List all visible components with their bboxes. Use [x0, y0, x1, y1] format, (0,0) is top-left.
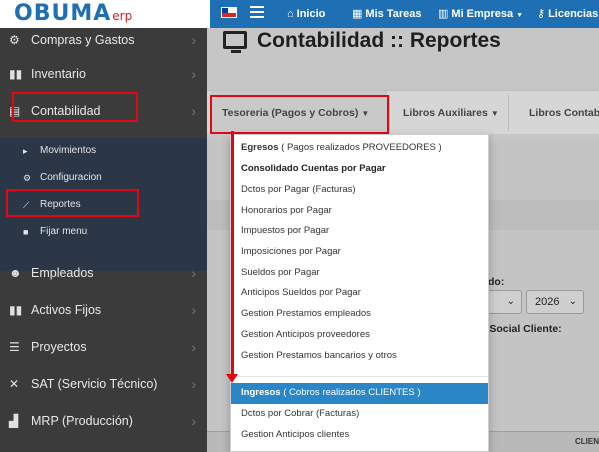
tools-icon: ✕ [9, 377, 20, 391]
sidebar-item-activos-fijos[interactable]: ▮▮ Activos Fijos › [0, 292, 207, 328]
annotation-box-contabilidad [12, 92, 138, 122]
chevron-right-icon: › [191, 265, 196, 281]
menu-item-sueldos-por-pagar[interactable]: Sueldos por Pagar [231, 263, 488, 284]
menu-divider [231, 376, 488, 377]
annotation-arrow-head [226, 374, 238, 383]
menu-item-impuestos-por-pagar[interactable]: Impuestos por Pagar [231, 221, 488, 242]
nav-licencias[interactable]: ⚷ Licencias [537, 0, 598, 28]
menu-item-ingresos[interactable]: Ingresos ( Cobros realizados CLIENTES ) [231, 383, 488, 404]
submenu-item-movimientos[interactable]: ▸ Movimientos [0, 138, 207, 164]
sidebar-item-sat[interactable]: ✕ SAT (Servicio Técnico) › [0, 366, 207, 402]
menu-item-consolidado-cuentas-pagar[interactable]: Consolidado Cuentas por Pagar [231, 159, 488, 180]
submenu-item-configuracion[interactable]: ⚙ Configuracion [0, 165, 207, 191]
chevron-right-icon: › [191, 376, 196, 392]
home-icon: ⌂ [287, 8, 294, 20]
menu-item-anticipos-sueldos[interactable]: Anticipos Sueldos por Pagar [231, 283, 488, 304]
menu-item-dctos-por-cobrar[interactable]: Dctos por Cobrar (Facturas) [231, 404, 488, 425]
menu-item-honorarios-por-pagar[interactable]: Honorarios por Pagar [231, 201, 488, 222]
submenu-item-fijar-menu[interactable]: ■ Fijar menu [0, 219, 207, 245]
logo-suffix: erp [112, 9, 133, 23]
tab-libros-auxiliares[interactable]: Libros Auxiliares ▼ [403, 91, 499, 135]
razon-social-label-fragment: n Social Cliente: [480, 323, 562, 335]
chevron-right-icon: › [191, 66, 196, 82]
date-label-fragment: do: [488, 276, 505, 288]
menu-item-anticipos-proveedores[interactable]: Gestion Anticipos proveedores [231, 325, 488, 346]
caret-right-icon: ▸ [23, 146, 28, 156]
column-header-cliente: CLIEN [575, 437, 599, 446]
users-icon: ☻ [9, 266, 22, 280]
page-title: Contabilidad :: Reportes [223, 28, 501, 58]
nav-inicio[interactable]: ⌂ Inicio [287, 0, 325, 28]
chevron-right-icon: › [191, 413, 196, 429]
barcode-icon: ▮▮ [9, 303, 23, 317]
tab-divider [508, 95, 509, 131]
chile-flag-icon[interactable] [221, 7, 237, 18]
chevron-right-icon: › [191, 32, 196, 48]
industry-icon: ▟ [9, 414, 19, 428]
key-icon: ⚷ [537, 8, 546, 20]
hamburger-menu-icon[interactable] [250, 6, 264, 20]
calendar-icon: ▦ [352, 8, 363, 20]
annotation-arrow-line [231, 131, 234, 376]
annotation-box-tesoreria-tab [210, 95, 389, 134]
tasks-icon: ☰ [9, 340, 20, 354]
chevron-right-icon: › [191, 339, 196, 355]
barcode-icon: ▮▮ [9, 67, 23, 81]
annotation-box-reportes [6, 189, 139, 217]
menu-item-dctos-por-pagar[interactable]: Dctos por Pagar (Facturas) [231, 180, 488, 201]
cart-icon: ⚙ [9, 33, 20, 47]
tab-divider [389, 95, 390, 131]
sidebar-item-compras[interactable]: ⚙ Compras y Gastos › [0, 22, 207, 58]
sidebar-item-empleados[interactable]: ☻ Empleados › [0, 255, 207, 291]
menu-item-imposiciones-por-pagar[interactable]: Imposiciones por Pagar [231, 242, 488, 263]
nav-mi-empresa[interactable]: ▥ Mi Empresa ▼ [438, 0, 526, 28]
gears-icon: ⚙ [23, 173, 32, 183]
nav-mis-tareas[interactable]: ▦ Mis Tareas [352, 0, 421, 28]
tab-libros-contables[interactable]: Libros Contable [529, 91, 599, 135]
chevron-down-icon: ⌄ [568, 296, 577, 307]
chevron-right-icon: › [191, 103, 196, 119]
caret-down-icon: ▼ [490, 109, 499, 118]
chevron-down-icon: ▼ [516, 12, 524, 19]
tesoreria-dropdown-menu: Egresos ( Pagos realizados PROVEEDORES )… [230, 134, 489, 452]
sidebar-item-inventario[interactable]: ▮▮ Inventario › [0, 56, 207, 92]
menu-item-prestamos-bancarios[interactable]: Gestion Prestamos bancarios y otros [231, 346, 488, 367]
lock-icon: ■ [23, 227, 29, 237]
year-select[interactable]: 2026 ⌄ [526, 290, 584, 314]
chevron-down-icon: ⌄ [506, 296, 515, 307]
building-icon: ▥ [438, 8, 449, 20]
chevron-right-icon: › [191, 302, 196, 318]
monitor-icon [223, 31, 247, 53]
menu-item-anticipos-clientes[interactable]: Gestion Anticipos clientes [231, 425, 488, 446]
menu-item-prestamos-empleados[interactable]: Gestion Prestamos empleados [231, 304, 488, 325]
sidebar-item-proyectos[interactable]: ☰ Proyectos › [0, 329, 207, 365]
sidebar-item-mrp[interactable]: ▟ MRP (Producción) › [0, 403, 207, 439]
menu-item-egresos[interactable]: Egresos ( Pagos realizados PROVEEDORES ) [231, 138, 488, 159]
